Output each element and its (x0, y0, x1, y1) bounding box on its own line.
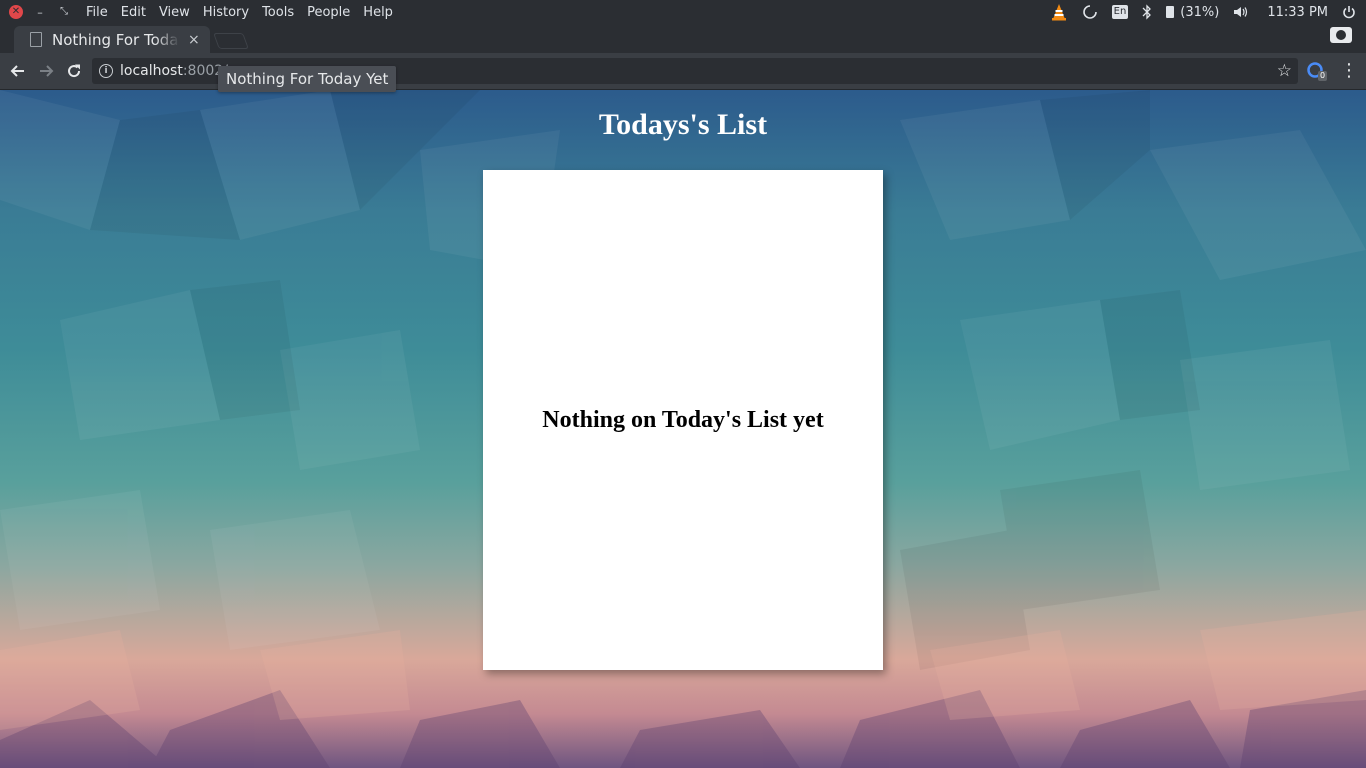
menu-help[interactable]: Help (363, 5, 393, 20)
bluetooth-icon[interactable] (1142, 4, 1152, 20)
system-tray: En (31%) 11:33 PM (1036, 0, 1366, 24)
new-tab-button[interactable] (213, 33, 249, 49)
system-menubar: ✕ – ⤡ File Edit View History Tools Peopl… (0, 0, 1366, 24)
arrow-right-icon (40, 65, 54, 77)
browser-menu-kebab-icon[interactable]: ⋮ (1340, 61, 1358, 81)
window-close-button[interactable]: ✕ (9, 5, 23, 19)
keyboard-language-indicator[interactable]: En (1111, 5, 1129, 19)
tab-active[interactable]: Nothing For Today Yet × (14, 26, 210, 53)
url-host: localhost (120, 63, 183, 79)
arrow-left-icon (10, 65, 24, 77)
menu-file[interactable]: File (86, 5, 108, 20)
page-title: Todays's List (598, 108, 768, 141)
sync-spinner-icon[interactable] (1082, 4, 1098, 20)
menu-tools[interactable]: Tools (262, 5, 294, 20)
reload-icon (68, 64, 81, 78)
todays-list-card: Nothing on Today's List yet (483, 170, 883, 670)
tab-tooltip: Nothing For Today Yet (218, 66, 397, 92)
profile-avatar-icon (1336, 30, 1346, 40)
empty-list-message: Nothing on Today's List yet (542, 406, 824, 433)
battery-percentage: (31%) (1180, 4, 1220, 20)
battery-icon (1166, 6, 1175, 18)
page-favicon-icon (30, 32, 42, 47)
profile-button[interactable] (1330, 27, 1352, 43)
page-viewport: Todays's List Nothing on Today's List ye… (0, 90, 1366, 768)
browser-toolbar: i localhost:8002/ ☆ 0 ⋮ (0, 53, 1366, 90)
site-info-icon[interactable]: i (99, 64, 113, 78)
app-menu: File Edit View History Tools People Help (86, 0, 406, 24)
back-button[interactable] (8, 61, 28, 81)
tab-close-icon[interactable]: × (188, 32, 200, 48)
power-icon[interactable] (1342, 5, 1356, 19)
volume-icon[interactable] (1233, 5, 1249, 19)
clock[interactable]: 11:33 PM (1267, 5, 1328, 20)
battery-indicator[interactable]: (31%) (1166, 5, 1219, 20)
forward-button[interactable] (36, 61, 56, 81)
bookmark-star-icon[interactable]: ☆ (1277, 61, 1292, 81)
window-minimize-button[interactable]: – (33, 5, 47, 19)
menu-people[interactable]: People (307, 5, 350, 20)
extension-badge: 0 (1318, 71, 1328, 81)
window-restore-button[interactable]: ⤡ (57, 5, 71, 19)
menu-view[interactable]: View (159, 5, 190, 20)
menu-history[interactable]: History (203, 5, 249, 20)
reload-button[interactable] (64, 61, 84, 81)
tab-strip: Nothing For Today Yet × (0, 24, 1366, 53)
tab-title: Nothing For Today Yet (52, 30, 180, 49)
vlc-icon[interactable] (1050, 3, 1068, 21)
extension-button[interactable]: 0 (1306, 61, 1328, 81)
menu-edit[interactable]: Edit (121, 5, 146, 20)
